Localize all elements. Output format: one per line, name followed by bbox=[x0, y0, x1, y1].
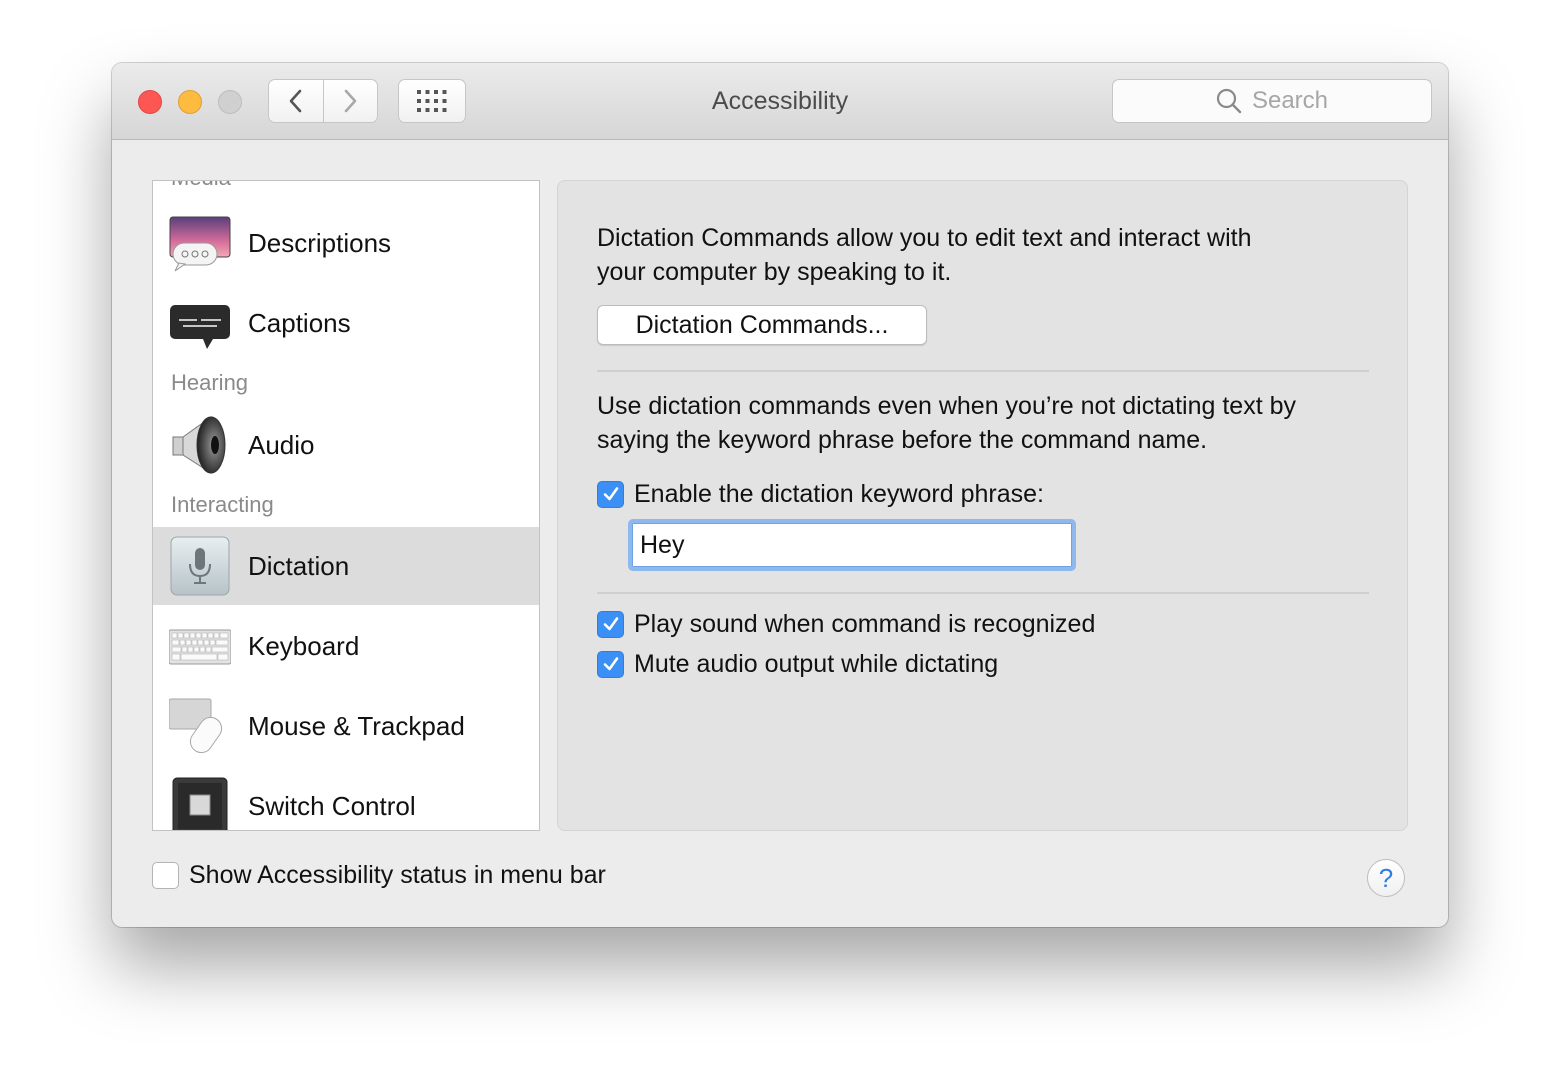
play-sound-label: Play sound when command is recognized bbox=[634, 609, 1096, 638]
search-placeholder: Search bbox=[1251, 87, 1329, 114]
keyword-phrase-field[interactable] bbox=[628, 519, 1076, 571]
category-list[interactable]: Media Descriptions Captions Hearing bbox=[152, 180, 540, 831]
show-status-label: Show Accessibility status in menu bar bbox=[189, 861, 606, 889]
mute-audio-checkbox[interactable] bbox=[597, 650, 624, 678]
keyword-line-1: Use dictation commands even when you’re … bbox=[597, 392, 1296, 420]
sidebar-item-dictation[interactable]: Dictation bbox=[153, 527, 539, 605]
mute-audio-label: Mute audio output while dictating bbox=[634, 649, 999, 678]
divider bbox=[597, 592, 1369, 594]
sidebar-item-audio[interactable]: Audio bbox=[153, 406, 539, 484]
intro-line-2: your computer by speaking to it. bbox=[597, 258, 952, 286]
dictation-commands-button[interactable]: Dictation Commands... bbox=[597, 305, 927, 345]
keyword-description-text: Use dictation commands even when you’re … bbox=[597, 389, 1387, 457]
sidebar-item-captions[interactable]: Captions bbox=[153, 284, 539, 362]
sidebar-item-label: Mouse & Trackpad bbox=[248, 711, 465, 741]
checkmark-icon bbox=[603, 657, 618, 671]
search-field[interactable]: Search bbox=[1112, 79, 1432, 123]
sidebar-item-label: Audio bbox=[248, 430, 315, 460]
section-header-hearing: Hearing bbox=[171, 370, 249, 395]
search-icon bbox=[1216, 88, 1242, 114]
section-header-media: Media bbox=[171, 181, 231, 191]
sidebar-item-keyboard[interactable]: Keyboard bbox=[153, 607, 539, 685]
dictation-intro-text: Dictation Commands allow you to edit tex… bbox=[597, 221, 1387, 289]
section-header-interacting: Interacting bbox=[171, 492, 274, 517]
sidebar-item-descriptions[interactable]: Descriptions bbox=[153, 204, 539, 282]
play-sound-checkbox[interactable] bbox=[597, 610, 624, 638]
dictation-settings-pane: Dictation Commands allow you to edit tex… bbox=[557, 180, 1408, 831]
switch-control-icon bbox=[172, 777, 228, 830]
title-bar: Accessibility Search bbox=[112, 63, 1448, 140]
enable-keyword-label: Enable the dictation keyword phrase: bbox=[634, 479, 1044, 508]
descriptions-icon bbox=[169, 216, 231, 272]
mute-audio-row[interactable]: Mute audio output while dictating bbox=[597, 649, 998, 679]
checkmark-icon bbox=[603, 487, 618, 501]
microphone-icon bbox=[170, 536, 230, 596]
help-icon: ? bbox=[1378, 862, 1394, 893]
mouse-trackpad-icon bbox=[169, 698, 223, 754]
enable-keyword-row[interactable]: Enable the dictation keyword phrase: bbox=[597, 479, 1044, 509]
keyboard-icon bbox=[169, 629, 231, 665]
sidebar-item-mouse-trackpad[interactable]: Mouse & Trackpad bbox=[153, 687, 539, 765]
sidebar-item-label: Switch Control bbox=[248, 791, 416, 821]
show-status-row[interactable]: Show Accessibility status in menu bar bbox=[152, 861, 606, 890]
keyword-phrase-input[interactable] bbox=[632, 523, 1072, 567]
captions-icon bbox=[170, 305, 230, 349]
keyword-line-2: saying the keyword phrase before the com… bbox=[597, 426, 1208, 454]
play-sound-row[interactable]: Play sound when command is recognized bbox=[597, 609, 1095, 639]
intro-line-1: Dictation Commands allow you to edit tex… bbox=[597, 224, 1252, 252]
preferences-window: Accessibility Search Media Descriptions bbox=[112, 63, 1448, 927]
checkmark-icon bbox=[603, 617, 618, 631]
speaker-icon bbox=[172, 416, 226, 474]
enable-keyword-checkbox[interactable] bbox=[597, 480, 624, 508]
sidebar-item-label: Descriptions bbox=[248, 228, 392, 258]
sidebar-item-switch-control[interactable]: Switch Control bbox=[153, 767, 539, 830]
sidebar-item-label: Captions bbox=[248, 308, 351, 338]
divider bbox=[597, 370, 1369, 372]
sidebar-item-label: Keyboard bbox=[248, 631, 360, 661]
show-status-checkbox[interactable] bbox=[152, 862, 179, 889]
sidebar-item-label: Dictation bbox=[248, 551, 350, 581]
help-button[interactable]: ? bbox=[1367, 859, 1405, 897]
